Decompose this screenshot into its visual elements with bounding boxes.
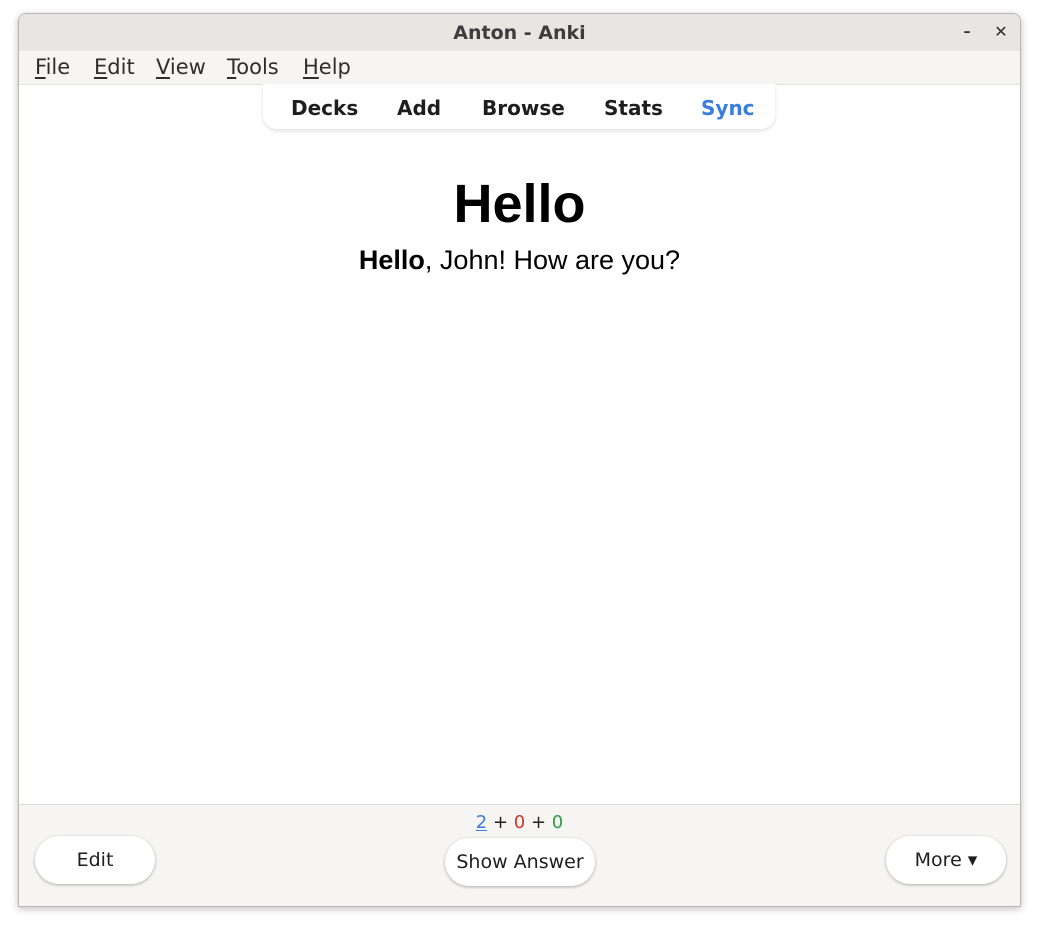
count-separator: + <box>530 812 547 833</box>
count-separator: + <box>492 812 509 833</box>
bottom-bar: 2 + 0 + 0 Edit Show Answer More ▾ <box>19 804 1020 906</box>
menu-edit-label: dit <box>107 55 135 79</box>
card-sentence-rest: , John! How are you? <box>424 245 681 275</box>
count-review: 0 <box>551 812 564 833</box>
menu-tools-mnemonic: T <box>227 55 237 79</box>
toolbar-browse[interactable]: Browse <box>482 96 565 120</box>
more-button[interactable]: More ▾ <box>886 836 1006 884</box>
due-counts: 2 + 0 + 0 <box>19 812 1020 833</box>
card-sentence: Hello, John! How are you? <box>19 245 1020 276</box>
title-bar[interactable]: Anton - Anki – ✕ <box>19 14 1020 52</box>
menu-help[interactable]: Help <box>303 55 351 79</box>
toolbar-add[interactable]: Add <box>397 96 441 120</box>
top-toolbar: Decks Add Browse Stats Sync <box>263 84 775 129</box>
card-sentence-bold: Hello <box>358 245 425 275</box>
menu-bar: File Edit View Tools Help <box>19 51 1020 85</box>
menu-help-mnemonic: H <box>303 55 319 79</box>
menu-file-label: ile <box>45 55 71 79</box>
anki-window: Anton - Anki – ✕ File Edit View Tools He… <box>18 13 1021 907</box>
menu-file-mnemonic: F <box>35 55 46 79</box>
menu-tools[interactable]: Tools <box>227 55 279 79</box>
menu-edit[interactable]: Edit <box>94 55 135 79</box>
count-learn: 0 <box>513 812 526 833</box>
minimize-icon[interactable]: – <box>955 20 979 44</box>
toolbar-stats[interactable]: Stats <box>604 96 663 120</box>
menu-tools-label: ools <box>236 55 279 79</box>
edit-button[interactable]: Edit <box>35 836 155 884</box>
count-new[interactable]: 2 <box>476 812 487 833</box>
menu-file[interactable]: File <box>35 55 70 79</box>
card-heading: Hello <box>453 174 586 234</box>
close-icon[interactable]: ✕ <box>989 20 1013 44</box>
toolbar-decks[interactable]: Decks <box>291 96 358 120</box>
toolbar-sync[interactable]: Sync <box>701 96 755 120</box>
menu-view[interactable]: View <box>156 55 206 79</box>
menu-edit-mnemonic: E <box>94 55 108 79</box>
menu-view-label: iew <box>169 55 206 79</box>
window-title: Anton - Anki <box>453 22 586 44</box>
menu-view-mnemonic: V <box>156 55 170 79</box>
show-answer-button[interactable]: Show Answer <box>445 838 595 886</box>
menu-help-label: elp <box>318 55 351 79</box>
